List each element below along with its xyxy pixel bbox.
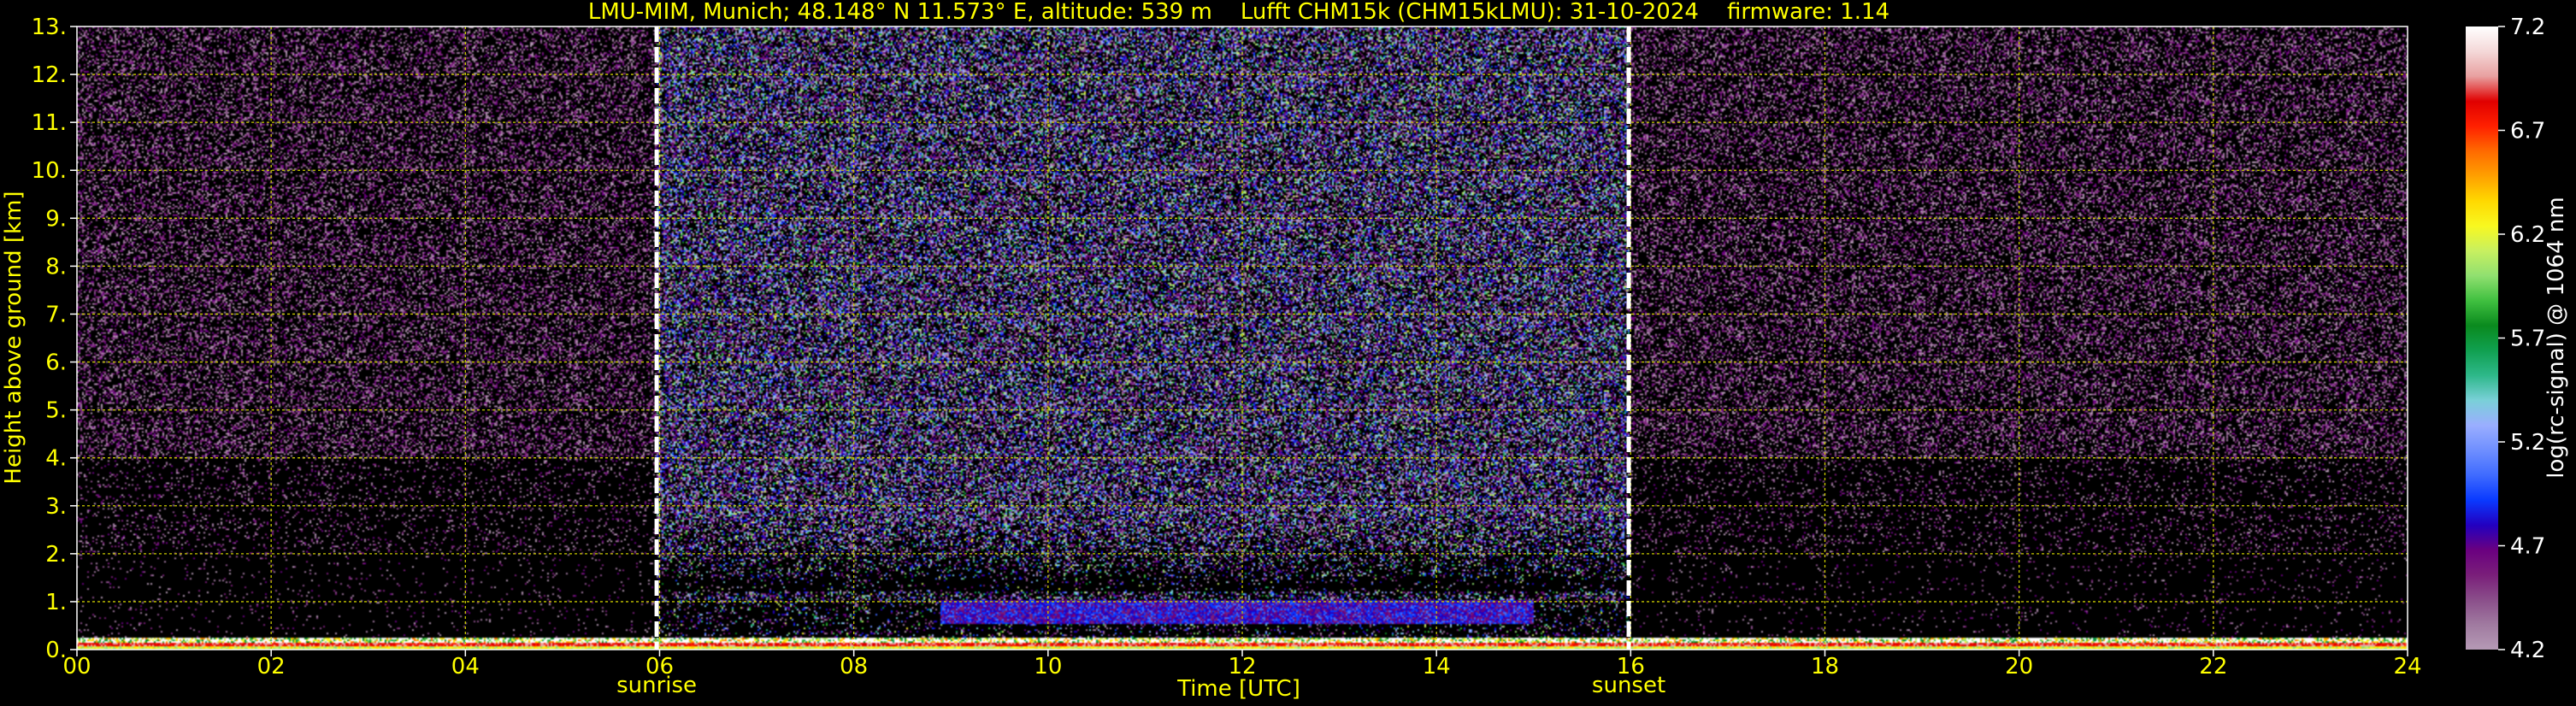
y-axis-title: Height above ground [km] (1, 191, 27, 484)
x-axis: 00 02 04 06 08 10 12 14 16 18 20 22 24 (62, 650, 2422, 680)
y-tick-label: 10. (32, 158, 67, 184)
y-tick-label: 4. (45, 446, 67, 472)
annotations: sunrise sunset (616, 673, 1665, 698)
x-tick-label: 22 (2199, 654, 2227, 680)
colorbar-tick-label: 5.2 (2510, 430, 2545, 456)
y-tick-label: 3. (45, 494, 67, 520)
colorbar-tick-label: 6.7 (2510, 119, 2545, 144)
plot-area (76, 26, 2408, 650)
y-tick-label: 7. (45, 302, 67, 327)
sunrise-label: sunrise (616, 673, 697, 698)
y-tick-label: 11. (32, 110, 67, 136)
colorbar-title: log(rc-signal) @ 1064 nm (2544, 197, 2569, 478)
x-tick-label: 14 (1423, 654, 1451, 680)
x-axis-title: Time [UTC] (1176, 676, 1300, 702)
x-tick-label: 24 (2393, 654, 2421, 680)
x-tick-label: 04 (451, 654, 480, 680)
chart-title: LMU-MIM, Munich; 48.148° N 11.573° E, al… (588, 0, 1889, 25)
colorbar-scale (2466, 26, 2498, 650)
lidar-chart: LMU-MIM, Munich; 48.148° N 11.573° E, al… (1, 0, 2569, 702)
colorbar-tick-label: 4.7 (2510, 534, 2545, 560)
colorbar: 4.2 4.7 5.2 5.7 6.2 6.7 7.2 log(rc-signal) @ 1… (2466, 15, 2569, 663)
y-tick-label: 6. (45, 350, 67, 376)
colorbar-tick-label: 4.2 (2510, 638, 2545, 663)
x-tick-label: 10 (1034, 654, 1062, 680)
y-tick-label: 5. (45, 398, 67, 424)
y-tick-label: 2. (45, 542, 67, 568)
y-tick-label: 12. (32, 62, 67, 88)
y-tick-label: 8. (45, 254, 67, 279)
y-axis: 0.1.2.3.4.5.6.7.8.9.10.11.12.13. (32, 15, 77, 663)
y-tick-label: 9. (45, 206, 67, 232)
y-tick-label: 13. (32, 15, 67, 40)
colorbar-ticks: 4.2 4.7 5.2 5.7 6.2 6.7 7.2 (2498, 15, 2545, 663)
x-tick-label: 08 (840, 654, 868, 680)
sunset-label: sunset (1592, 673, 1665, 698)
colorbar-tick-label: 6.2 (2510, 222, 2545, 248)
x-tick-label: 02 (257, 654, 286, 680)
x-tick-label: 00 (62, 654, 91, 680)
y-tick-label: 1. (45, 590, 67, 615)
x-tick-label: 20 (2005, 654, 2033, 680)
colorbar-tick-label: 7.2 (2510, 15, 2545, 40)
x-tick-label: 18 (1811, 654, 1839, 680)
colorbar-tick-label: 5.7 (2510, 327, 2545, 352)
